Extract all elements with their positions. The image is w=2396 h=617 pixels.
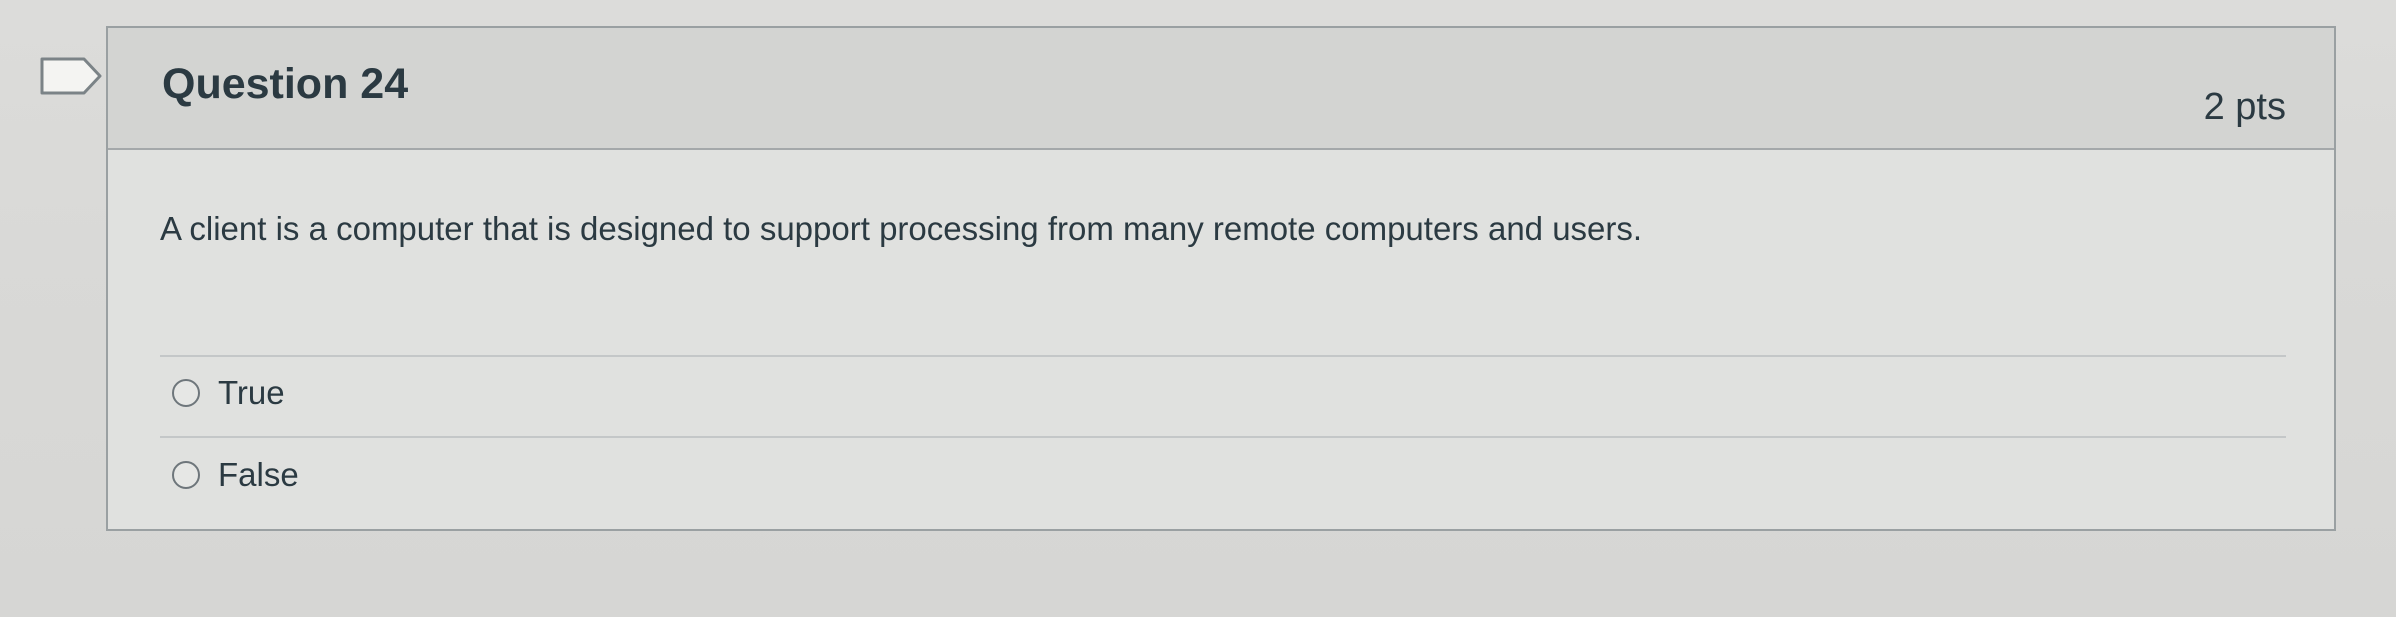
answer-divider (160, 436, 2286, 438)
question-points: 2 pts (2203, 86, 2286, 128)
answer-label-false: False (218, 456, 299, 493)
radio-button-false[interactable] (172, 461, 200, 489)
answer-label-true: True (218, 374, 285, 411)
answer-divider (160, 355, 2286, 357)
flag-question-icon[interactable] (40, 56, 104, 96)
answer-option-false[interactable]: False (172, 456, 299, 494)
question-text: A client is a computer that is designed … (160, 210, 1643, 247)
question-header: Question 24 2 pts (108, 28, 2334, 150)
radio-button-true[interactable] (172, 379, 200, 407)
answer-option-true[interactable]: True (172, 374, 285, 412)
quiz-page: Question 24 2 pts A client is a computer… (0, 0, 2396, 617)
question-title: Question 24 (162, 60, 409, 108)
question-card: Question 24 2 pts A client is a computer… (106, 26, 2336, 531)
